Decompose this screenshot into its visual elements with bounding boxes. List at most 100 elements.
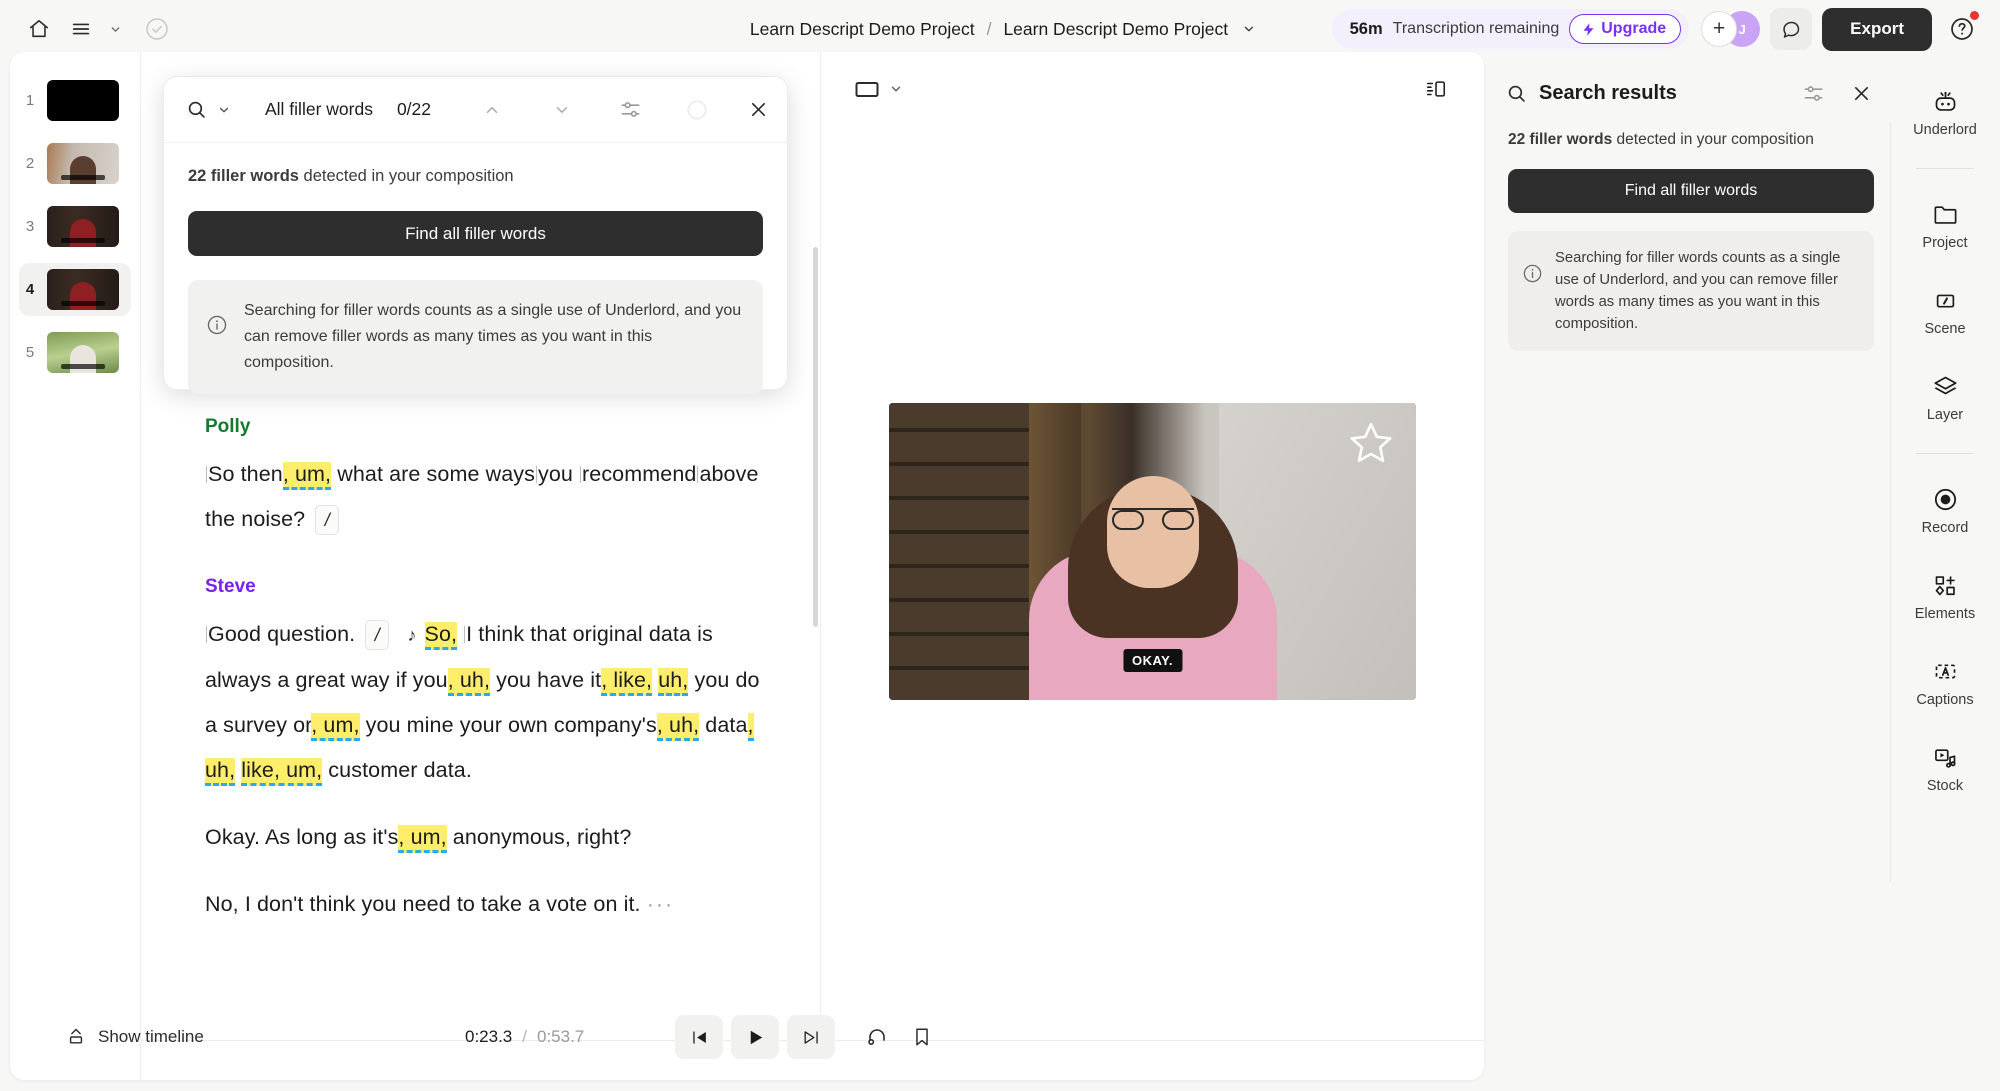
scene-number: 4 — [25, 281, 35, 298]
header-left-controls — [0, 10, 176, 48]
close-search-button[interactable] — [748, 99, 769, 120]
record-circle-icon — [1932, 486, 1959, 513]
export-button[interactable]: Export — [1822, 7, 1932, 51]
skip-to-end-button[interactable] — [787, 1015, 835, 1059]
breadcrumb-separator: / — [986, 18, 992, 39]
results-detected-bold: 22 filler words — [1508, 131, 1613, 148]
star-icon[interactable] — [1346, 419, 1396, 467]
breadcrumb-composition[interactable]: Learn Descript Demo Project — [997, 15, 1234, 44]
bookmark-button[interactable] — [911, 1026, 933, 1048]
help-button[interactable] — [1942, 9, 1982, 49]
find-all-filler-words-button[interactable]: Find all filler words — [188, 211, 763, 256]
results-settings-button[interactable] — [1802, 82, 1825, 105]
chevron-down-icon — [109, 23, 122, 36]
music-note-icon: ♪ — [407, 625, 417, 645]
scene-thumbnail-2[interactable]: 2 — [19, 137, 131, 190]
loop-playback-button[interactable] — [865, 1025, 889, 1049]
scene-thumbnail-3[interactable]: 3 — [19, 200, 131, 253]
chevron-down-icon[interactable] — [1242, 22, 1256, 36]
detected-count-text: 22 filler words detected in your composi… — [164, 143, 787, 186]
speaker-label-polly[interactable]: Polly — [205, 416, 776, 438]
home-button[interactable] — [20, 10, 58, 48]
rail-divider-line — [1890, 122, 1891, 882]
scene-marker-chip[interactable]: / — [365, 620, 390, 651]
filler-word-highlight[interactable]: like, um, — [241, 758, 323, 786]
search-type-chevron[interactable] — [217, 103, 231, 117]
next-match-button[interactable] — [553, 101, 571, 119]
video-frame[interactable]: OKAY. — [889, 402, 1416, 700]
close-results-button[interactable] — [1851, 83, 1872, 104]
right-tool-rail: Underlord Project Scene Layer Record Ele… — [1890, 52, 2000, 1080]
transcript-scrollbar[interactable] — [813, 247, 818, 627]
info-circle-icon — [206, 298, 228, 376]
rail-section-divider — [1916, 168, 1974, 169]
previous-match-button[interactable] — [483, 101, 501, 119]
filler-word-highlight[interactable]: , um, — [311, 713, 360, 741]
transcription-label: Transcription remaining — [1392, 20, 1560, 37]
current-time: 0:23.3 — [465, 1027, 513, 1046]
overflow-ellipsis[interactable]: ··· — [647, 892, 674, 916]
filler-word-highlight[interactable]: , um, — [398, 825, 447, 853]
search-status-spinner — [686, 99, 708, 121]
save-status-button[interactable] — [138, 10, 176, 48]
search-settings-button[interactable] — [619, 98, 642, 121]
captions-a-icon — [1932, 658, 1959, 685]
filler-word-highlight[interactable]: , um, — [282, 462, 332, 490]
filler-word-highlight[interactable]: uh, — [658, 668, 689, 696]
transcript-paragraph-steve[interactable]: Good question. / ♪ So, I think that origi… — [205, 612, 776, 793]
tool-label: Underlord — [1913, 122, 1977, 138]
search-info-text: Searching for filler words counts as a s… — [244, 302, 742, 371]
filler-word-highlight[interactable]: , uh, — [656, 713, 700, 741]
show-timeline-button[interactable]: Show timeline — [56, 1021, 214, 1053]
tool-stock[interactable]: Stock — [1902, 734, 1988, 802]
transcript-paragraph-4[interactable]: No, I don't think you need to take a vot… — [205, 882, 776, 927]
robot-icon — [1932, 88, 1959, 115]
tool-layer[interactable]: Layer — [1902, 363, 1988, 431]
results-find-all-filler-words-button[interactable]: Find all filler words — [1508, 169, 1874, 213]
scene-thumbnail-1[interactable]: 1 — [19, 74, 131, 127]
scene-marker-chip[interactable]: / — [315, 505, 340, 536]
menu-button[interactable] — [62, 10, 100, 48]
playback-controls: Show timeline 0:23.3 / 0:53.7 — [10, 994, 1353, 1080]
hamburger-menu-icon — [70, 18, 92, 40]
scene-thumbnail-5[interactable]: 5 — [19, 326, 131, 379]
transcript-paragraph-4-text: No, I don't think you need to take a vot… — [205, 892, 641, 916]
comments-button[interactable] — [1770, 8, 1813, 50]
header-right-controls: 56m Transcription remaining Upgrade + J — [1331, 0, 1982, 58]
app-header: Learn Descript Demo Project / Learn Desc… — [0, 0, 2000, 58]
play-button[interactable] — [731, 1015, 779, 1059]
add-collaborator-button[interactable]: + — [1701, 11, 1738, 47]
layers-icon — [1932, 373, 1959, 400]
search-icon[interactable] — [186, 99, 207, 120]
menu-chevron-button[interactable] — [104, 10, 126, 48]
scene-thumbnail-image — [47, 80, 119, 121]
scene-number: 2 — [25, 155, 35, 172]
tool-scene[interactable]: Scene — [1902, 277, 1988, 345]
scene-number: 3 — [25, 218, 35, 235]
video-preview-panel: OKAY. — [821, 52, 1484, 1040]
scene-thumbnail-image — [47, 269, 119, 310]
tool-label: Record — [1921, 520, 1969, 536]
descript-editor-window: Learn Descript Demo Project / Learn Desc… — [0, 0, 2000, 1091]
search-results-title: Search results — [1539, 82, 1677, 104]
filler-word-highlight[interactable]: , like, — [601, 668, 653, 696]
transcript-paragraph-polly[interactable]: So then, um, what are some ways you recom… — [205, 452, 776, 542]
transcript-paragraph-3[interactable]: Okay. As long as it's, um, anonymous, ri… — [205, 815, 776, 860]
scene-thumbnail-4[interactable]: 4 — [19, 263, 131, 316]
tool-record[interactable]: Record — [1902, 476, 1988, 544]
speaker-label-steve[interactable]: Steve — [205, 576, 776, 598]
tool-captions[interactable]: Captions — [1902, 648, 1988, 716]
scene-thumbnail-image — [47, 143, 119, 184]
tool-underlord[interactable]: Underlord — [1902, 78, 1988, 146]
skip-to-start-button[interactable] — [675, 1015, 723, 1059]
tool-elements[interactable]: Elements — [1902, 562, 1988, 630]
results-info-note: Searching for filler words counts as a s… — [1508, 231, 1874, 351]
upgrade-button[interactable]: Upgrade — [1569, 14, 1682, 44]
filler-word-highlight[interactable]: , uh, — [447, 668, 491, 696]
breadcrumb-project[interactable]: Learn Descript Demo Project — [744, 15, 981, 44]
filler-word-highlight[interactable]: So, — [424, 622, 458, 650]
tool-project[interactable]: Project — [1902, 191, 1988, 259]
search-input[interactable]: All filler words — [265, 99, 397, 120]
elements-shapes-icon — [1932, 572, 1959, 599]
notification-dot — [1970, 11, 1979, 20]
